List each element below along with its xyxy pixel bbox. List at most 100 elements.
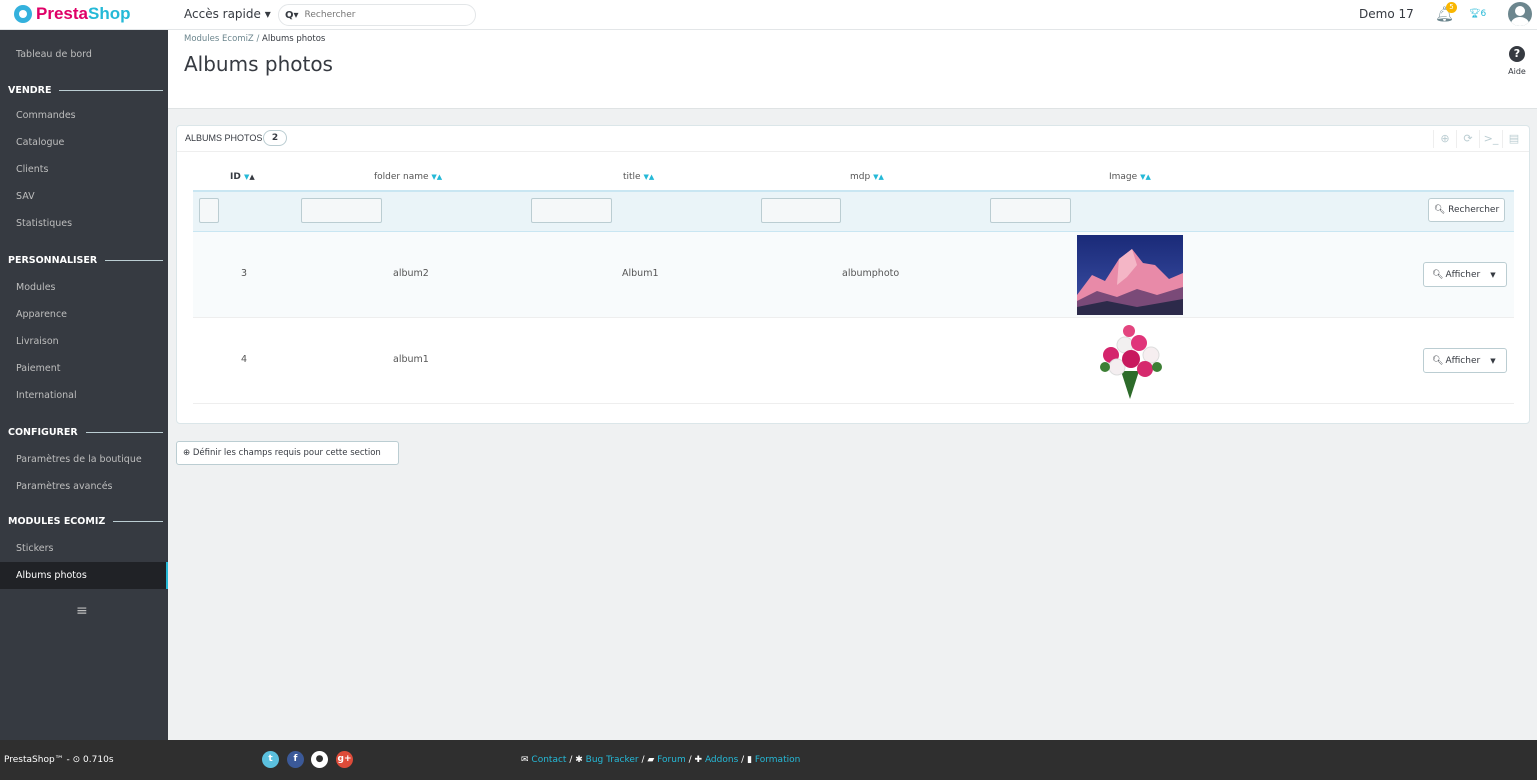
sort-arrows-icon[interactable]: ▼▲ xyxy=(643,173,654,181)
sidebar-item-orders[interactable]: Commandes xyxy=(0,102,168,129)
filter-folder-name-input[interactable] xyxy=(301,198,382,223)
sort-arrows-icon[interactable]: ▼▲ xyxy=(244,173,255,181)
sidebar-item-albums-photos[interactable]: Albums photos xyxy=(0,562,168,589)
sort-arrows-icon[interactable]: ▼▲ xyxy=(1140,173,1151,181)
panel-count-badge: 2 xyxy=(263,130,287,146)
avatar[interactable] xyxy=(1508,2,1532,26)
albums-panel: ALBUMS PHOTOS 2 ⊕ ⟳ >_ ▤ ID ▼▲ folder na… xyxy=(176,125,1530,424)
page-header xyxy=(168,30,1537,108)
google-plus-icon[interactable]: g+ xyxy=(336,751,353,768)
top-bar: PrestaShop Accès rapide ▾ Q▾ Demo 17 🔔︎ … xyxy=(0,0,1537,30)
breadcrumb: Modules EcomiZ / Albums photos xyxy=(184,34,325,44)
cell-mdp: albumphoto xyxy=(842,268,900,279)
quick-access-menu[interactable]: Accès rapide ▾ xyxy=(184,7,271,21)
envelope-icon: ✉ xyxy=(521,755,529,765)
zoom-icon: 🔍︎ xyxy=(1432,355,1444,366)
column-header-title[interactable]: title ▼▲ xyxy=(623,172,654,182)
footer-link-addons[interactable]: Addons xyxy=(705,755,738,765)
mountain-thumbnail xyxy=(1077,235,1183,315)
view-button[interactable]: 🔍︎ Afficher ▼ xyxy=(1423,348,1507,373)
facebook-icon[interactable]: f xyxy=(287,751,304,768)
caret-down-icon[interactable]: ▼ xyxy=(1490,271,1495,279)
filter-row: 🔍︎ Rechercher xyxy=(193,190,1514,232)
search-icon[interactable]: Q▾ xyxy=(285,10,299,21)
caret-down-icon[interactable]: ▼ xyxy=(1490,357,1495,365)
prestashop-logo-icon xyxy=(14,5,32,23)
sidebar-section-modules-ecomiz: MODULES ECOMIZ xyxy=(0,510,168,532)
footer-link-contact[interactable]: Contact xyxy=(531,755,566,765)
search-box: Q▾ xyxy=(278,4,476,26)
sidebar-item-dashboard[interactable]: Tableau de bord xyxy=(0,41,168,68)
column-header-folder-name[interactable]: folder name ▼▲ xyxy=(374,172,442,182)
breadcrumb-parent[interactable]: Modules EcomiZ xyxy=(184,34,254,44)
puzzle-icon: ✚ xyxy=(694,755,703,765)
github-icon[interactable]: ● xyxy=(311,751,328,768)
footer-link-forum[interactable]: Forum xyxy=(657,755,686,765)
trophy-count: 6 xyxy=(1480,9,1487,19)
table-row[interactable]: 4 album1 🔍︎ Afficher ▼ xyxy=(193,318,1514,404)
cell-folder-name: album2 xyxy=(393,268,429,279)
cell-id: 3 xyxy=(241,268,248,279)
sidebar-item-advanced-params[interactable]: Paramètres avancés xyxy=(0,473,168,500)
sidebar-item-international[interactable]: International xyxy=(0,382,168,409)
table-row[interactable]: 3 album2 Album1 albumphoto 🔍︎ Afficher ▼ xyxy=(193,232,1514,318)
define-required-fields-button[interactable]: ⊕ Définir les champs requis pour cette s… xyxy=(176,441,399,465)
comments-icon: ▰ xyxy=(647,755,655,765)
sort-arrows-icon[interactable]: ▼▲ xyxy=(873,173,884,181)
sidebar-section-configure: CONFIGURER xyxy=(0,421,168,443)
logo-text-part1: Presta xyxy=(36,4,88,23)
bug-icon: ✱ xyxy=(575,755,583,765)
add-new-icon[interactable]: ⊕ xyxy=(1433,130,1456,148)
twitter-icon[interactable]: t xyxy=(262,751,279,768)
footer-links: ✉ Contact / ✱ Bug Tracker / ▰ Forum / ✚ … xyxy=(521,755,801,765)
sidebar-item-modules[interactable]: Modules xyxy=(0,274,168,301)
trophy-link[interactable]: 🏆︎6 xyxy=(1469,9,1486,19)
filter-image-input[interactable] xyxy=(990,198,1071,223)
panel-title: ALBUMS PHOTOS xyxy=(185,133,263,143)
column-header-image[interactable]: Image ▼▲ xyxy=(1109,172,1151,182)
footer: PrestaShop™ - ⊙ 0.710s t f ● g+ ✉ Contac… xyxy=(0,740,1537,780)
book-icon: ▮ xyxy=(747,755,753,765)
sidebar-item-customers[interactable]: Clients xyxy=(0,156,168,183)
sidebar-section-customize: PERSONNALISER xyxy=(0,249,168,271)
filter-mdp-input[interactable] xyxy=(761,198,841,223)
cell-folder-name: album1 xyxy=(393,354,429,365)
plus-circle-icon: ⊕ xyxy=(183,448,191,458)
search-icon: 🔍︎ xyxy=(1433,205,1446,215)
sidebar-item-catalog[interactable]: Catalogue xyxy=(0,129,168,156)
panel-heading: ALBUMS PHOTOS 2 ⊕ ⟳ >_ ▤ xyxy=(177,126,1529,152)
flowers-thumbnail xyxy=(1077,321,1183,401)
sidebar-item-shop-params[interactable]: Paramètres de la boutique xyxy=(0,446,168,473)
footer-link-bug-tracker[interactable]: Bug Tracker xyxy=(586,755,639,765)
shop-name-link[interactable]: Demo 17 xyxy=(1359,7,1414,21)
zoom-icon: 🔍︎ xyxy=(1432,269,1444,280)
prestashop-logo[interactable]: PrestaShop xyxy=(14,4,130,24)
help-button[interactable]: ? Aide xyxy=(1502,46,1532,76)
sidebar-item-shipping[interactable]: Livraison xyxy=(0,328,168,355)
column-header-id[interactable]: ID ▼▲ xyxy=(230,172,255,182)
footer-link-formation[interactable]: Formation xyxy=(755,755,800,765)
sidebar-item-sav[interactable]: SAV xyxy=(0,183,168,210)
cell-id: 4 xyxy=(241,354,248,365)
database-icon[interactable]: ▤ xyxy=(1502,130,1525,148)
sort-arrows-icon[interactable]: ▼▲ xyxy=(431,173,442,181)
trophy-icon: 🏆︎ xyxy=(1469,9,1481,19)
help-icon: ? xyxy=(1509,46,1525,62)
cell-title: Album1 xyxy=(622,268,659,279)
search-input[interactable] xyxy=(304,10,455,20)
sidebar-item-stickers[interactable]: Stickers xyxy=(0,535,168,562)
sql-query-icon[interactable]: >_ xyxy=(1479,130,1502,148)
sidebar-item-payment[interactable]: Paiement xyxy=(0,355,168,382)
breadcrumb-separator: / xyxy=(256,34,260,44)
sidebar-item-appearance[interactable]: Apparence xyxy=(0,301,168,328)
search-button[interactable]: 🔍︎ Rechercher xyxy=(1428,198,1505,222)
menu-collapse-icon[interactable]: ≡ xyxy=(76,603,88,619)
footer-version: PrestaShop™ - ⊙ 0.710s xyxy=(4,755,114,765)
view-button[interactable]: 🔍︎ Afficher ▼ xyxy=(1423,262,1507,287)
filter-title-input[interactable] xyxy=(531,198,612,223)
column-header-mdp[interactable]: mdp ▼▲ xyxy=(850,172,884,182)
sidebar-item-stats[interactable]: Statistiques xyxy=(0,210,168,237)
filter-id-input[interactable] xyxy=(199,198,219,223)
notifications-badge: 5 xyxy=(1446,2,1457,13)
refresh-icon[interactable]: ⟳ xyxy=(1456,130,1479,148)
